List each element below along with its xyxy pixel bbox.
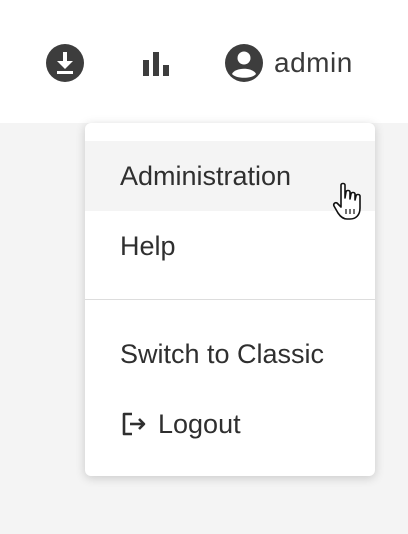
menu-item-label: Switch to Classic [120, 338, 325, 369]
download-button[interactable] [44, 42, 86, 84]
menu-item-switch-to-classic[interactable]: Switch to Classic [85, 319, 375, 389]
statistics-button[interactable] [136, 42, 176, 84]
bar-chart-icon [143, 52, 169, 76]
menu-item-logout[interactable]: Logout [85, 389, 375, 459]
dropdown-arrow [317, 108, 349, 124]
menu-item-label: Logout [158, 408, 241, 439]
top-bar: admin [0, 0, 408, 123]
menu-item-label: Administration [120, 160, 292, 191]
account-circle-icon [225, 44, 263, 82]
hand-pointer-cursor-icon [332, 182, 361, 220]
user-menu-button[interactable]: admin [224, 40, 353, 86]
logout-icon [120, 411, 148, 437]
menu-item-label: Help [120, 230, 176, 261]
menu-divider [85, 299, 375, 300]
user-dropdown-menu: Administration Help Switch to Classic Lo… [85, 123, 375, 476]
download-circle-icon [46, 44, 84, 82]
user-name-label: admin [274, 47, 353, 78]
